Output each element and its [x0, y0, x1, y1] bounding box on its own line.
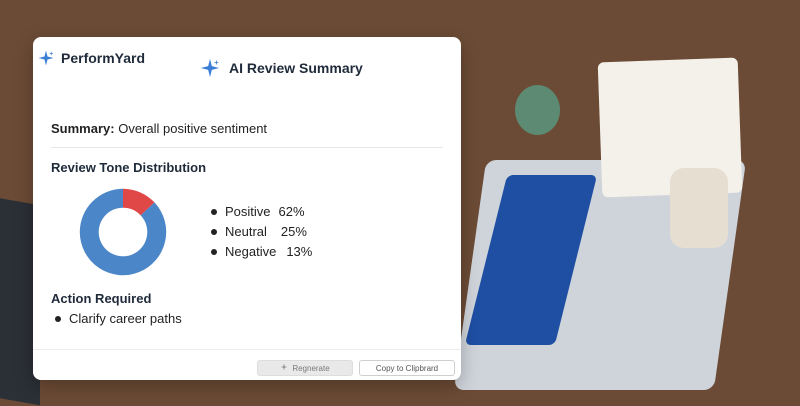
card-footer: Regnerate Copy to Clipbrard	[33, 349, 461, 380]
regenerate-label: Regnerate	[292, 363, 330, 373]
bullet-icon	[55, 315, 61, 322]
background-coffee-cup	[670, 168, 728, 248]
background-plant	[515, 85, 560, 135]
regenerate-button[interactable]: Regnerate	[257, 360, 353, 376]
sparkle-icon	[280, 363, 288, 373]
bullet-icon	[211, 209, 217, 215]
copy-to-clipboard-button[interactable]: Copy to Clipbrard	[359, 360, 455, 376]
action-required-title: Action Required	[51, 291, 152, 306]
panel-header: AI Review Summary	[199, 57, 363, 79]
legend-value: 25%	[280, 224, 307, 239]
tone-donut-chart	[79, 188, 167, 276]
legend-label: Neutral	[225, 224, 267, 239]
legend-item-positive: Positive 62%	[211, 202, 312, 222]
donut-slices	[79, 188, 167, 276]
divider	[51, 147, 443, 148]
brand-header: PerformYard	[37, 49, 145, 67]
summary-line: Summary: Overall positive sentiment	[51, 121, 267, 136]
tone-legend: Positive 62% Neutral 25% Negative 13%	[211, 202, 312, 262]
tone-distribution-title: Review Tone Distribution	[51, 160, 207, 175]
legend-item-negative: Negative 13%	[211, 242, 312, 262]
summary-label: Summary:	[51, 121, 115, 136]
ai-review-summary-card: PerformYard AI Review Summary Summary: O…	[33, 37, 461, 380]
legend-label: Positive	[225, 204, 271, 219]
action-list: Clarify career paths	[55, 311, 182, 326]
legend-value: 62%	[278, 204, 305, 219]
legend-value: 13%	[286, 244, 313, 259]
bullet-icon	[211, 249, 217, 255]
page-title: AI Review Summary	[229, 60, 363, 76]
summary-text: Overall positive sentiment	[118, 121, 268, 136]
legend-item-neutral: Neutral 25%	[211, 222, 312, 242]
bullet-icon	[211, 229, 217, 235]
legend-label: Negative	[225, 244, 277, 259]
copy-label: Copy to Clipbrard	[375, 363, 439, 373]
action-item-label: Clarify career paths	[69, 311, 182, 326]
sparkle-icon	[37, 49, 55, 67]
sparkle-icon	[199, 57, 221, 79]
donut-slice-neutral	[79, 188, 123, 232]
list-item: Clarify career paths	[55, 311, 182, 326]
brand-name: PerformYard	[61, 50, 146, 66]
